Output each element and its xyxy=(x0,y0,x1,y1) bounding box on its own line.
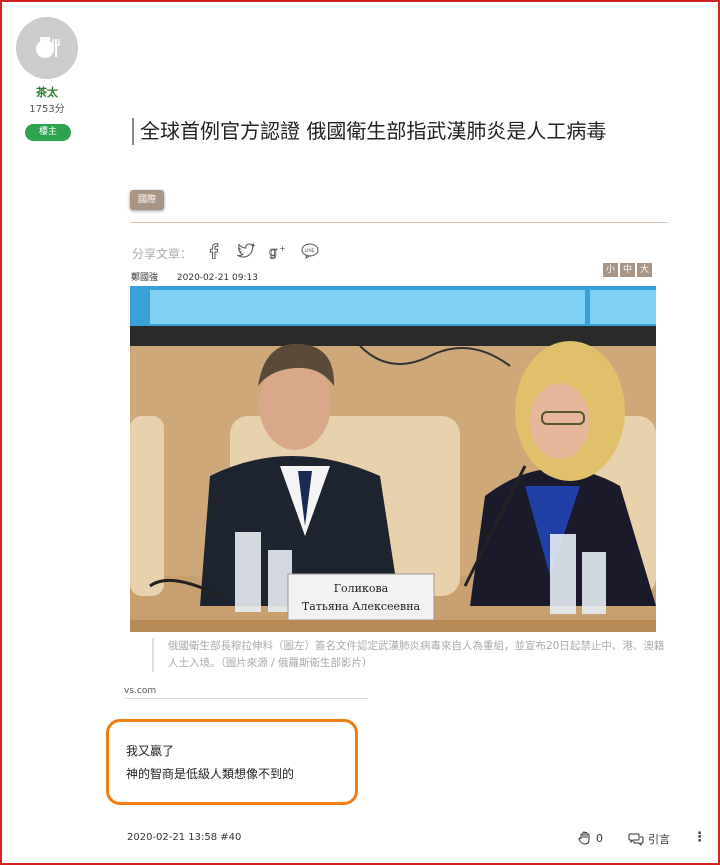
article-author[interactable]: 鄭國強 xyxy=(131,273,158,283)
font-size-large-button[interactable]: 大 xyxy=(637,263,652,277)
article-meta: 鄭國強 2020-02-21 09:13 xyxy=(131,270,258,283)
quoted-article: 全球首例官方認證 俄國衛生部指武漢肺炎是人工病毒 國際 分享文章： g + LIN… xyxy=(124,108,670,698)
like-count: 0 xyxy=(596,831,603,845)
chat-bubble-icon xyxy=(628,833,644,846)
category-tag[interactable]: 國際 xyxy=(130,190,164,210)
article-title: 全球首例官方認證 俄國衛生部指武漢肺炎是人工病毒 xyxy=(132,118,670,145)
username[interactable]: 茶太 xyxy=(0,84,94,100)
share-label: 分享文章： xyxy=(132,246,193,261)
nameplate-surname: Голикова xyxy=(334,582,389,595)
user-points: 1753分 xyxy=(29,104,65,115)
nameplate-fullname: Татьяна Алексеевна xyxy=(302,600,421,613)
google-plus-icon[interactable]: g + xyxy=(268,243,288,263)
line-icon[interactable]: LINE xyxy=(300,243,320,263)
avatar[interactable] xyxy=(16,17,78,79)
op-badge: 樓主 xyxy=(25,124,71,141)
article-published: 2020-02-21 09:13 xyxy=(176,273,258,283)
more-options-button[interactable]: ⋮ xyxy=(693,830,706,845)
font-size-controls: 小 中 大 xyxy=(603,263,652,277)
photo-caption: 俄國衛生部長穆拉伸科（圖左）簽名文件認定武漢肺炎病毒來自人為重組，並宣布20日起… xyxy=(152,638,672,672)
divider xyxy=(130,222,668,223)
svg-text:LINE: LINE xyxy=(305,248,315,254)
reply-text-line: 神的智商是低級人類想像不到的 xyxy=(126,767,295,781)
twitter-icon[interactable] xyxy=(236,243,256,263)
site-url-fragment: vs.com xyxy=(124,686,368,699)
svg-text:g: g xyxy=(269,245,277,259)
quote-button[interactable]: 引言 xyxy=(628,831,670,847)
post-timestamp[interactable]: 2020-02-21 13:58 #40 xyxy=(127,832,241,843)
font-size-medium-button[interactable]: 中 xyxy=(620,263,635,277)
svg-text:+: + xyxy=(279,244,286,253)
font-size-small-button[interactable]: 小 xyxy=(603,263,618,277)
news-photo[interactable]: Голикова Татьяна Алексеевна xyxy=(130,286,656,632)
facebook-icon[interactable] xyxy=(204,243,224,263)
highlight-box xyxy=(106,719,358,805)
tea-cup-icon xyxy=(36,37,60,58)
reply-text-line: 我又贏了 xyxy=(126,744,175,758)
quote-label: 引言 xyxy=(648,833,670,846)
share-row: 分享文章： g + LINE xyxy=(132,243,320,263)
like-button[interactable]: 0 xyxy=(578,831,603,845)
hand-icon xyxy=(578,831,590,845)
